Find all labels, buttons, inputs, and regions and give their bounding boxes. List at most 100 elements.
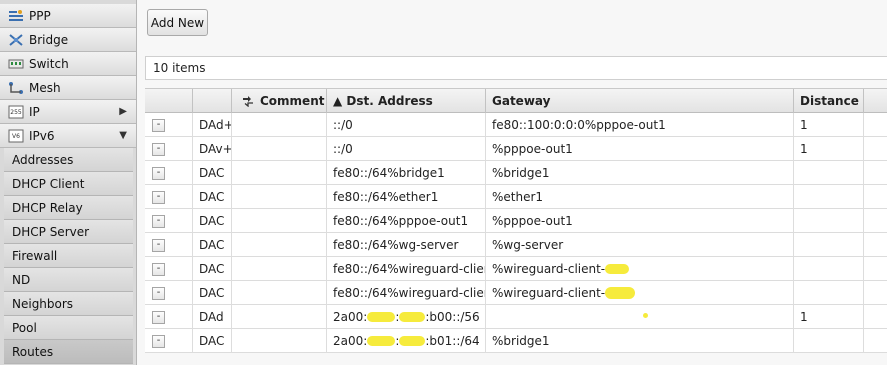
column-header-label: ▲ Dst. Address [333, 94, 433, 108]
table-row[interactable]: - DAd 2a00: : :b00::/56 1 [145, 305, 887, 329]
sidebar-item-neighbors[interactable]: Neighbors [4, 292, 133, 316]
sidebar-item-label: IP [29, 104, 40, 119]
add-new-button[interactable]: Add New [147, 9, 208, 36]
row-extra [864, 233, 887, 257]
item-count-label: 10 items [153, 61, 206, 75]
chevron-down-icon: ▼ [119, 130, 127, 141]
ipv6-icon: V6 [8, 129, 24, 143]
sidebar-item-ip[interactable]: 255 IP ▶ [0, 100, 136, 124]
svg-text:V6: V6 [12, 133, 20, 140]
sidebar-item-bridge[interactable]: Bridge [0, 28, 136, 52]
remove-button[interactable]: - [152, 214, 165, 228]
column-header-extra[interactable] [864, 89, 887, 113]
row-flags: DAd [193, 305, 232, 329]
row-dst-address: fe80::/64%ether1 [327, 185, 486, 209]
row-dst-address: 2a00: : :b01::/64 [327, 329, 486, 353]
sidebar-item-label: Mesh [29, 80, 61, 95]
remove-button[interactable]: - [152, 238, 165, 252]
row-gateway: %pppoe-out1 [486, 137, 794, 161]
row-dst-address: fe80::/64%wireguard-client [327, 281, 486, 305]
row-action-cell: - [145, 113, 193, 137]
routes-table: Comment ▲ Dst. Address Gateway Distance … [145, 88, 887, 353]
table-row[interactable]: - DAC 2a00: : :b01::/64 %bridge1 [145, 329, 887, 353]
sidebar: PPP Bridge Switch Mesh 255 IP ▶ V6 IPv6 … [0, 0, 137, 365]
row-action-cell: - [145, 209, 193, 233]
row-comment [232, 329, 327, 353]
sidebar-item-dhcp-client[interactable]: DHCP Client [4, 172, 133, 196]
remove-button[interactable]: - [152, 310, 165, 324]
sidebar-item-nd[interactable]: ND [4, 268, 133, 292]
row-dst-address: fe80::/64%wg-server [327, 233, 486, 257]
column-header-dst-address[interactable]: ▲ Dst. Address [327, 89, 486, 113]
column-header-label: Distance [800, 94, 859, 108]
remove-button[interactable]: - [152, 142, 165, 156]
sidebar-subitem-label: DHCP Relay [12, 200, 83, 215]
sidebar-subitem-label: Routes [12, 344, 54, 359]
remove-button[interactable]: - [152, 190, 165, 204]
ppp-icon [8, 9, 24, 23]
sidebar-item-dhcp-relay[interactable]: DHCP Relay [4, 196, 133, 220]
sidebar-item-mesh[interactable]: Mesh [0, 76, 136, 100]
table-row[interactable]: - DAv+ ::/0 %pppoe-out1 1 [145, 137, 887, 161]
ip-icon: 255 [8, 105, 24, 119]
row-gateway: %bridge1 [486, 161, 794, 185]
row-distance: 1 [794, 305, 864, 329]
sidebar-item-routes[interactable]: Routes [4, 340, 133, 364]
row-gateway-text: %wireguard-client- [492, 286, 606, 300]
remove-button[interactable]: - [152, 118, 165, 132]
sidebar-item-ipv6[interactable]: V6 IPv6 ▼ [0, 124, 136, 148]
row-flags: DAC [193, 233, 232, 257]
table-row[interactable]: - DAC fe80::/64%wireguard-client %wiregu… [145, 257, 887, 281]
sidebar-subitem-label: DHCP Client [12, 176, 85, 191]
row-gateway: %wireguard-client- [486, 281, 794, 305]
row-action-cell: - [145, 281, 193, 305]
redaction-mark [605, 264, 630, 274]
column-header-distance[interactable]: Distance [794, 89, 864, 113]
row-gateway [486, 305, 794, 329]
svg-text:255: 255 [10, 109, 22, 116]
table-header: Comment ▲ Dst. Address Gateway Distance [145, 89, 887, 113]
remove-button[interactable]: - [152, 286, 165, 300]
table-row[interactable]: - DAC fe80::/64%bridge1 %bridge1 [145, 161, 887, 185]
row-gateway: %bridge1 [486, 329, 794, 353]
row-distance: 1 [794, 137, 864, 161]
remove-button[interactable]: - [152, 334, 165, 348]
row-comment [232, 161, 327, 185]
column-header-flags[interactable] [193, 89, 232, 113]
column-header-gateway[interactable]: Gateway [486, 89, 794, 113]
redaction-mark [367, 336, 396, 346]
remove-button[interactable]: - [152, 262, 165, 276]
dst-part: 2a00: [333, 310, 368, 324]
table-row[interactable]: - DAC fe80::/64%wg-server %wg-server [145, 233, 887, 257]
row-distance: 1 [794, 113, 864, 137]
column-header-comment[interactable]: Comment [232, 89, 327, 113]
sidebar-subitem-label: Firewall [12, 248, 58, 263]
row-dst-address: fe80::/64%pppoe-out1 [327, 209, 486, 233]
sidebar-item-addresses[interactable]: Addresses [4, 148, 133, 172]
row-distance [794, 257, 864, 281]
sidebar-item-dhcp-server[interactable]: DHCP Server [4, 220, 133, 244]
sidebar-item-ppp[interactable]: PPP [0, 4, 136, 28]
row-distance [794, 209, 864, 233]
row-gateway: %pppoe-out1 [486, 209, 794, 233]
table-row[interactable]: - DAC fe80::/64%pppoe-out1 %pppoe-out1 [145, 209, 887, 233]
row-extra [864, 305, 887, 329]
sidebar-item-switch[interactable]: Switch [0, 52, 136, 76]
row-extra [864, 329, 887, 353]
row-flags: DAC [193, 209, 232, 233]
dst-part: :b00::/56 [425, 310, 480, 324]
row-flags: DAv+ [193, 137, 232, 161]
mesh-icon [8, 81, 24, 95]
sidebar-item-pool[interactable]: Pool [4, 316, 133, 340]
sidebar-item-firewall[interactable]: Firewall [4, 244, 133, 268]
switch-icon [8, 57, 24, 71]
item-count: 10 items [145, 56, 887, 80]
column-header-label: Gateway [492, 94, 551, 108]
row-gateway: %wg-server [486, 233, 794, 257]
table-row[interactable]: - DAC fe80::/64%ether1 %ether1 [145, 185, 887, 209]
table-row[interactable]: - DAd+ ::/0 fe80::100:0:0:0%pppoe-out1 1 [145, 113, 887, 137]
table-row[interactable]: - DAC fe80::/64%wireguard-client %wiregu… [145, 281, 887, 305]
row-comment [232, 209, 327, 233]
row-gateway-text: %wireguard-client- [492, 262, 606, 276]
remove-button[interactable]: - [152, 166, 165, 180]
